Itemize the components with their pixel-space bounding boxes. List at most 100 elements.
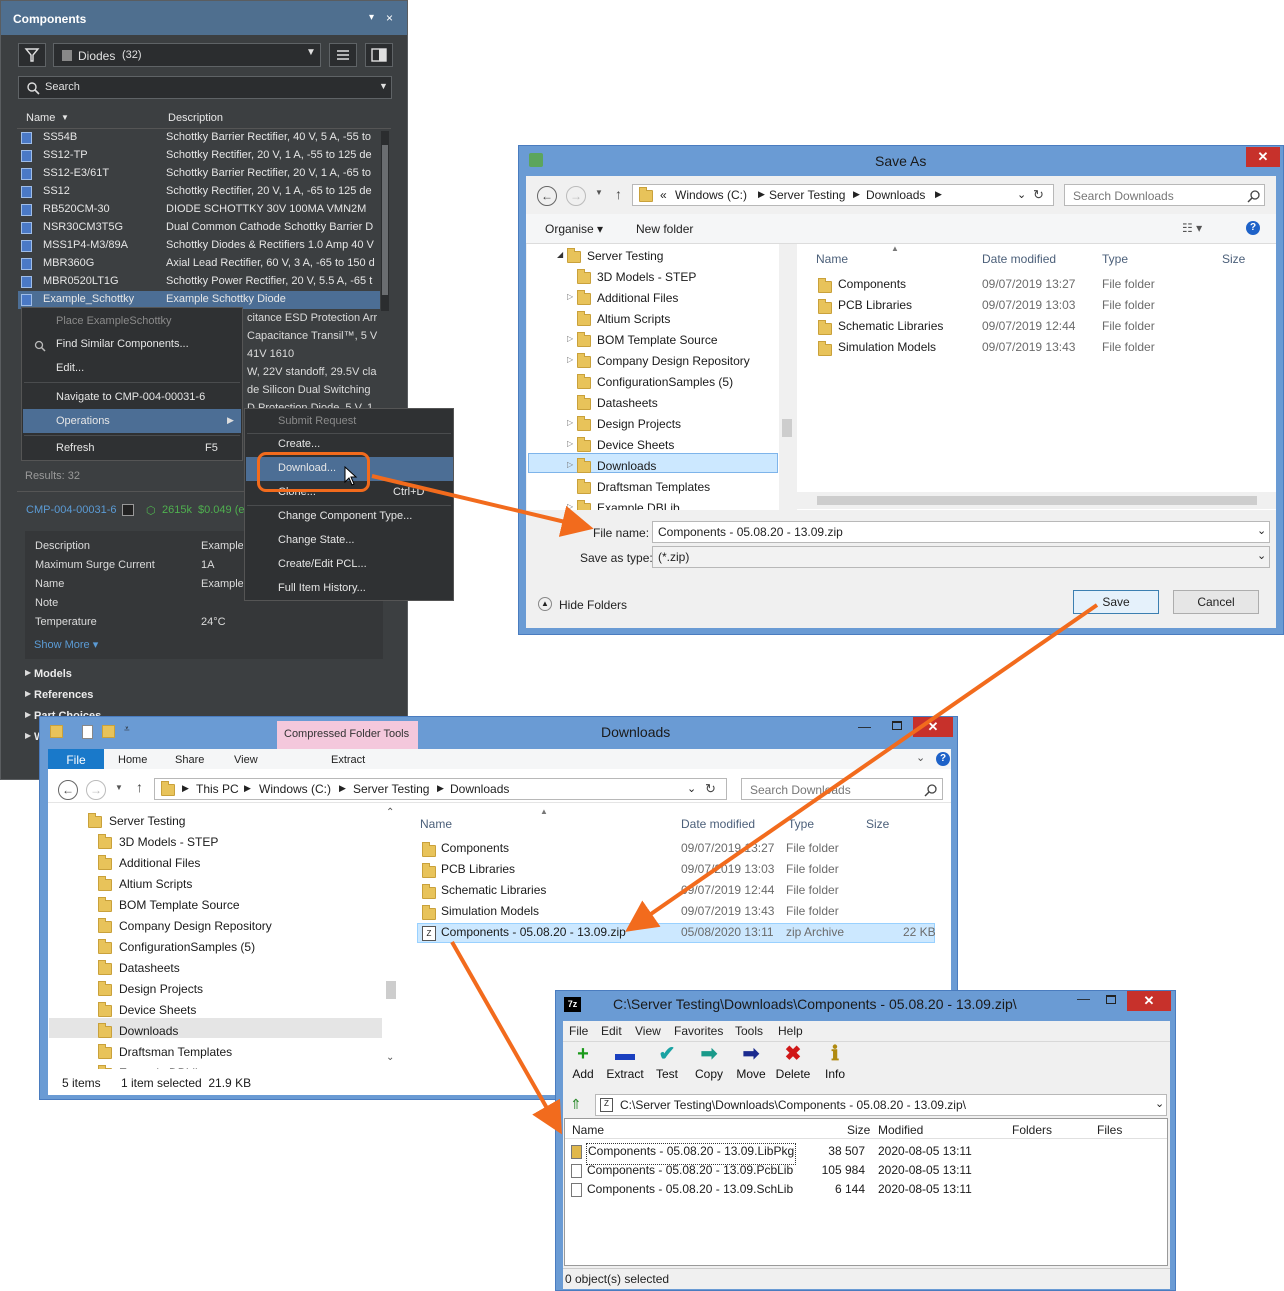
scroll-down-icon[interactable]: ⌄ bbox=[386, 1052, 394, 1063]
section-header[interactable]: Models bbox=[34, 668, 72, 680]
tree-item[interactable]: Draftsman Templates bbox=[597, 480, 710, 500]
back-icon[interactable]: ← bbox=[537, 186, 557, 206]
menu-item-operations[interactable]: Operations bbox=[56, 415, 110, 427]
search-input[interactable]: Search Downloads bbox=[1064, 184, 1265, 206]
filter-button[interactable] bbox=[18, 43, 46, 67]
organise-menu[interactable]: Organise ▾ bbox=[545, 222, 603, 236]
menu-item-edit[interactable]: Edit... bbox=[56, 362, 84, 374]
tree-item[interactable]: Company Design Repository bbox=[597, 354, 750, 374]
col-modified[interactable]: Modified bbox=[878, 1123, 923, 1137]
tree-expand-icon[interactable]: ▷ bbox=[567, 355, 573, 364]
file-name[interactable]: Components bbox=[838, 277, 906, 297]
menu-item-create-edit-pcl[interactable]: Create/Edit PCL... bbox=[278, 558, 367, 570]
up-folder-icon[interactable]: ⇑ bbox=[570, 1096, 582, 1113]
file-name[interactable]: Schematic Libraries bbox=[838, 319, 943, 339]
maximize-button[interactable] bbox=[892, 721, 902, 730]
breadcrumb-overflow[interactable]: « bbox=[660, 188, 667, 202]
cancel-button[interactable]: Cancel bbox=[1173, 590, 1259, 614]
forward-icon[interactable]: → bbox=[86, 780, 106, 800]
close-button[interactable]: ✕ bbox=[913, 717, 953, 737]
tab-file[interactable]: File bbox=[48, 749, 104, 771]
component-row[interactable]: RB520CM-30 DIODE SCHOTTKY 30V 100MA VMN2M bbox=[18, 201, 380, 219]
forward-icon[interactable]: → bbox=[566, 186, 586, 206]
delete-button[interactable]: ✖ Delete bbox=[772, 1043, 814, 1081]
file-name[interactable]: PCB Libraries bbox=[838, 298, 912, 318]
recent-dropdown-icon[interactable]: ▼ bbox=[595, 188, 603, 197]
component-row[interactable]: MSS1P4-M3/89A Schottky Diodes & Rectifier… bbox=[18, 237, 380, 255]
maximize-button[interactable] bbox=[1106, 995, 1116, 1004]
path-combo[interactable]: Z C:\Server Testing\Downloads\Components… bbox=[595, 1094, 1167, 1116]
hscrollbar[interactable] bbox=[797, 492, 1276, 509]
tree-item[interactable]: Server Testing bbox=[587, 249, 663, 269]
name-column-header[interactable]: Name bbox=[26, 112, 55, 124]
list-view-button[interactable] bbox=[329, 43, 357, 67]
up-icon[interactable]: ↑ bbox=[615, 186, 622, 202]
qat-props-icon[interactable] bbox=[82, 725, 93, 739]
scrollbar-thumb[interactable] bbox=[817, 496, 1257, 505]
col-name[interactable]: Name bbox=[420, 817, 452, 831]
detail-pane-button[interactable] bbox=[365, 43, 393, 67]
chevron-down-icon[interactable]: ⌄ bbox=[916, 751, 925, 764]
scroll-up-icon[interactable]: ⌃ bbox=[386, 807, 394, 818]
new-folder-button[interactable]: New folder bbox=[636, 222, 693, 236]
col-size[interactable]: Size bbox=[847, 1123, 870, 1137]
file-name[interactable]: Components - 05.08.20 - 13.09.zip bbox=[441, 925, 626, 945]
minimize-button[interactable]: — bbox=[1077, 991, 1090, 1006]
tree-item[interactable]: Additional Files bbox=[597, 291, 678, 311]
breadcrumb-server-testing[interactable]: Server Testing bbox=[353, 782, 429, 796]
tree-item[interactable]: Example DBLib bbox=[119, 1066, 202, 1069]
list-scrollbar[interactable] bbox=[381, 131, 389, 311]
tree-expand-icon[interactable]: ▷ bbox=[567, 334, 573, 343]
description-column-header[interactable]: Description bbox=[168, 112, 223, 124]
file-name[interactable]: Simulation Models bbox=[838, 340, 936, 360]
back-icon[interactable]: ← bbox=[58, 780, 78, 800]
menu-item-change-state[interactable]: Change State... bbox=[278, 534, 354, 546]
section-expand-icon[interactable]: ▶ bbox=[25, 731, 31, 740]
tab-extract[interactable]: Extract bbox=[331, 754, 365, 766]
tree-item[interactable]: Example DBLib bbox=[597, 501, 680, 510]
save-type-select[interactable]: (*.zip) ⌄ bbox=[652, 546, 1270, 568]
close-button[interactable]: ✕ bbox=[1127, 991, 1171, 1011]
tree-expand-icon[interactable]: ▷ bbox=[567, 292, 573, 301]
tree-item[interactable]: Downloads bbox=[119, 1024, 178, 1044]
tree-item[interactable]: BOM Template Source bbox=[597, 333, 718, 353]
menu-help[interactable]: Help bbox=[778, 1024, 803, 1038]
help-icon[interactable]: ? bbox=[1246, 221, 1260, 235]
file-name[interactable]: Schematic Libraries bbox=[441, 883, 546, 903]
test-button[interactable]: ✔ Test bbox=[646, 1043, 688, 1081]
menu-item-change-type[interactable]: Change Component Type... bbox=[278, 510, 412, 522]
menu-item-find-similar[interactable]: Find Similar Components... bbox=[56, 338, 189, 350]
menu-item-navigate[interactable]: Navigate to CMP-004-00031-6 bbox=[56, 391, 205, 403]
menu-item-create[interactable]: Create... bbox=[278, 438, 320, 450]
panel-close-icon[interactable]: × bbox=[386, 11, 393, 25]
breadcrumb-downloads[interactable]: Downloads bbox=[866, 188, 925, 202]
tree-scrollbar[interactable] bbox=[779, 244, 795, 510]
col-date[interactable]: Date modified bbox=[982, 252, 1056, 266]
copy-button[interactable]: ➡ Copy bbox=[688, 1043, 730, 1081]
section-expand-icon[interactable]: ▶ bbox=[25, 668, 31, 677]
address-bar[interactable]: ▶ This PC ▶ Windows (C:) ▶ Server Testin… bbox=[154, 778, 727, 800]
refresh-icon[interactable]: ↻ bbox=[1033, 187, 1044, 203]
component-row[interactable]: MBR360G Axial Lead Rectifier, 60 V, 3 A, … bbox=[18, 255, 380, 273]
tree-item[interactable]: 3D Models - STEP bbox=[119, 835, 218, 855]
refresh-icon[interactable]: ↻ bbox=[705, 781, 716, 797]
hide-folders-icon[interactable]: ▲ bbox=[538, 597, 552, 611]
col-files[interactable]: Files bbox=[1097, 1123, 1122, 1137]
tree-item[interactable]: Datasheets bbox=[119, 961, 180, 981]
hide-folders-button[interactable]: Hide Folders bbox=[559, 598, 627, 612]
archive-file-name[interactable]: Components - 05.08.20 - 13.09.LibPkg bbox=[585, 1143, 797, 1165]
tab-home[interactable]: Home bbox=[118, 754, 147, 766]
breadcrumb-this-pc[interactable]: This PC bbox=[196, 782, 239, 796]
breadcrumb-windows[interactable]: Windows (C:) bbox=[259, 782, 331, 796]
tree-item[interactable]: Design Projects bbox=[119, 982, 203, 1002]
col-name[interactable]: Name bbox=[572, 1123, 604, 1137]
qat-dropdown-icon[interactable]: ⩡ bbox=[124, 724, 130, 735]
tree-item[interactable]: Company Design Repository bbox=[119, 919, 272, 939]
move-button[interactable]: ➡ Move bbox=[730, 1043, 772, 1081]
chevron-down-icon[interactable]: ⌄ bbox=[687, 782, 696, 795]
breadcrumb-server-testing[interactable]: Server Testing bbox=[769, 188, 845, 202]
menu-edit[interactable]: Edit bbox=[601, 1024, 622, 1038]
tab-share[interactable]: Share bbox=[175, 754, 204, 766]
col-type[interactable]: Type bbox=[788, 817, 814, 831]
tree-item[interactable]: 3D Models - STEP bbox=[597, 270, 696, 290]
